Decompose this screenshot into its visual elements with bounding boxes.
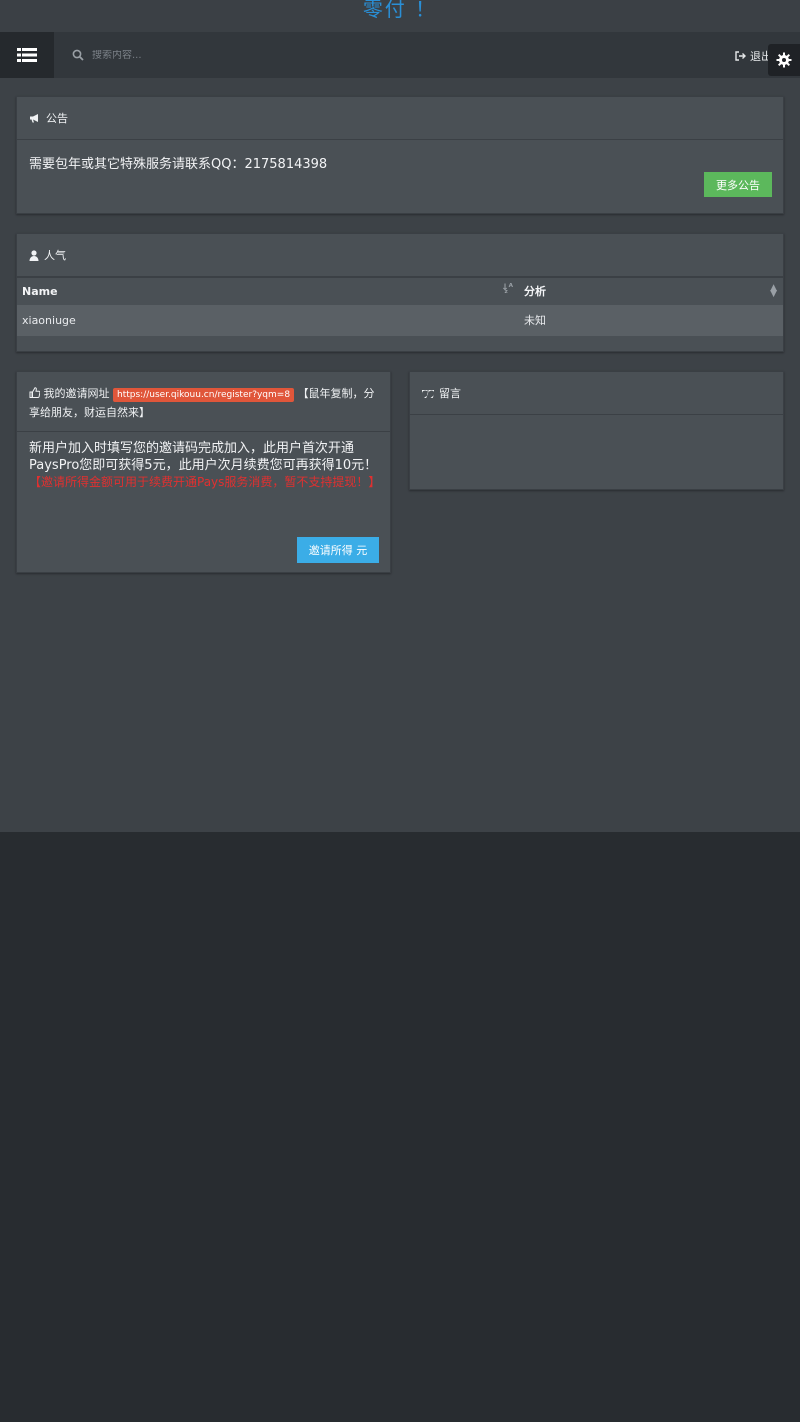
search-box: [72, 46, 392, 64]
navbar: 退出: [0, 32, 800, 78]
list-icon: [17, 48, 37, 62]
invite-url[interactable]: https://user.qikouu.cn/register?yqm=8: [113, 388, 295, 402]
invite-body-text: 新用户加入时填写您的邀请码完成加入，此用户首次开通PaysPro您即可获得5元，…: [29, 441, 378, 473]
invite-label: 我的邀请网址: [43, 387, 110, 400]
invite-earnings-button[interactable]: 邀请所得 元: [297, 537, 379, 563]
settings-button[interactable]: [768, 44, 800, 76]
thumbs-up-icon: [29, 387, 41, 398]
popularity-header: 人气: [17, 234, 783, 277]
column-header-analysis[interactable]: 分析 ▲ ▼: [519, 277, 783, 305]
invite-warning: 【邀请所得金额可用于续费开通Pays服务消费，暂不支持提现！】: [29, 475, 381, 489]
brand-title: 零付 ！: [362, 0, 438, 21]
table-cell-analysis: 未知: [519, 304, 783, 336]
sort-alpha-icon: ↓ᴬ ᶻ: [501, 283, 513, 299]
notice-header: 公告: [17, 97, 783, 140]
column-header-name[interactable]: Name ↓ᴬ ᶻ: [17, 277, 519, 305]
popularity-table: Name ↓ᴬ ᶻ 分析 ▲ ▼ xiaoniuge 未知: [17, 277, 783, 336]
top-bar: 零付 ！: [0, 0, 800, 32]
bullhorn-icon: [30, 114, 38, 123]
notice-panel: 公告 需要包年或其它特殊服务请联系QQ：2175814398 更多公告: [16, 96, 784, 214]
search-icon: [72, 49, 84, 61]
popularity-panel: 人气 Name ↓ᴬ ᶻ 分析 ▲ ▼ xiaoniuge 未知: [16, 233, 784, 352]
gear-icon: [776, 52, 792, 68]
user-icon: [29, 249, 39, 261]
sort-icon: ▲ ▼: [770, 283, 777, 299]
sign-out-icon: [735, 51, 746, 61]
table-header-row: Name ↓ᴬ ᶻ 分析 ▲ ▼: [17, 277, 783, 305]
more-notices-button[interactable]: 更多公告: [704, 172, 772, 197]
invite-panel: 我的邀请网址 https://user.qikouu.cn/register?y…: [16, 371, 391, 573]
table-row: xiaoniuge 未知: [17, 304, 783, 336]
messages-panel: 留言: [409, 371, 784, 490]
search-input[interactable]: [92, 49, 392, 61]
notice-text: 需要包年或其它特殊服务请联系QQ：2175814398: [29, 157, 328, 172]
popularity-title: 人气: [44, 249, 66, 262]
logout-button[interactable]: 退出: [735, 48, 772, 64]
messages-title: 留言: [439, 387, 461, 400]
menu-toggle-button[interactable]: [0, 32, 54, 78]
invite-header: 我的邀请网址 https://user.qikouu.cn/register?y…: [17, 372, 390, 432]
notice-title: 公告: [46, 112, 68, 125]
messages-header: 留言: [410, 372, 783, 415]
quote-icon: [422, 389, 434, 398]
invite-description: 新用户加入时填写您的邀请码完成加入，此用户首次开通PaysPro您即可获得5元，…: [17, 432, 390, 491]
table-cell-name: xiaoniuge: [17, 304, 519, 336]
main-content: 公告 需要包年或其它特殊服务请联系QQ：2175814398 更多公告 人气 N…: [0, 78, 800, 832]
